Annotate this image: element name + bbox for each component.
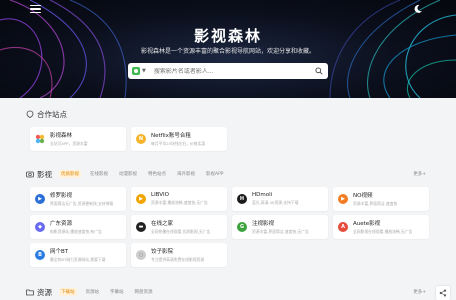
tab-movies-4[interactable]: 海外影视 [175, 170, 197, 178]
site-card[interactable]: ○ 饺子影院 专注提供高清免费在线影视资源 [131, 243, 227, 267]
site-card[interactable]: ▶ 修罗影视 界面简洁无广告,资源更新快,支持弹幕 [30, 187, 126, 211]
site-card[interactable]: H HDmoli 蓝光,高清,4K资源,支持下载 [232, 187, 328, 211]
site-logo-icon: H [237, 194, 247, 204]
site-logo-icon: ◆ [35, 222, 45, 232]
site-desc: 全网影视在线观看,播放流畅,无广告 [353, 228, 413, 234]
site-name: 饺子影院 [151, 249, 174, 256]
site-logo-icon: ○ [136, 250, 146, 260]
site-card[interactable]: ◆ 广东资源 电影资源站,播放速度快,有广告 [30, 215, 126, 239]
site-name: 修罗影视 [50, 193, 73, 200]
site-logo-icon: G [237, 222, 247, 232]
tab-resources-0[interactable]: 下载站 [59, 288, 77, 296]
tab-resources-2[interactable]: 字幕站 [108, 288, 126, 296]
tab-movies-5[interactable]: 影视APP [204, 170, 226, 178]
site-desc: 全网热播在线观看,优质影视,无广告 [151, 228, 211, 234]
site-name: Auete影视 [353, 221, 381, 228]
site-name: 网个BT [50, 249, 69, 256]
search-engine-icon[interactable] [132, 67, 140, 75]
site-logo-icon: ▶ [338, 194, 348, 204]
site-card[interactable]: ▶ NO视频 资源丰富,界面简洁,速度快 [333, 187, 429, 211]
partner-name: Netflix账号合租 [151, 133, 191, 140]
tab-movies-3[interactable]: 特色站点 [146, 170, 168, 178]
site-logo-icon: B [35, 250, 45, 260]
site-name: 广东资源 [50, 221, 73, 228]
search-bar: ▼ [128, 63, 328, 79]
site-name: 在线之家 [151, 221, 174, 228]
site-title: 影视森林 [193, 27, 262, 45]
partners-header: 合作站点 [26, 109, 67, 119]
site-card[interactable]: A Auete影视 全网影视在线观看,播放流畅,无广告 [333, 215, 429, 239]
tab-resources-1[interactable]: 资源站 [84, 288, 102, 296]
camera-icon [26, 171, 34, 178]
site-desc: 蓝光,高清,4K资源,支持下载 [252, 199, 299, 205]
site-logo-icon: ▬ [136, 222, 146, 232]
tab-resources-3[interactable]: 网盘资源 [133, 288, 155, 296]
share-icon [439, 289, 447, 297]
resources-title: 资源 [37, 287, 52, 297]
site-name: HDmoli [252, 192, 273, 199]
site-card[interactable]: ▶ LIBVIO 资源丰富,播放流畅,速度快,无广告 [131, 187, 227, 211]
site-name: LIBVIO [151, 192, 170, 199]
partners-icon [26, 110, 34, 118]
site-desc: 电影资源站,播放速度快,有广告 [50, 228, 102, 234]
resources-header: 资源 下载站 资源站 字幕站 网盘资源 [26, 287, 162, 297]
share-button[interactable] [436, 286, 450, 300]
site-desc: 最全的BT磁力资源网站,需要下载 [50, 256, 106, 262]
netflix-logo-icon: N [136, 134, 146, 144]
tab-movies-0[interactable]: 优质影视 [59, 170, 81, 178]
search-icon[interactable] [315, 67, 323, 75]
site-logo-icon: A [338, 222, 348, 232]
movies-title: 影视 [37, 169, 52, 179]
movies-header: 影视 优质影视 在线影视 动漫影视 特色站点 海外影视 影视APP [26, 169, 233, 179]
partner-desc: 全站可APP，资源丰富 [50, 140, 88, 146]
forest-logo-icon [35, 134, 45, 144]
menu-icon[interactable] [30, 5, 41, 13]
partner-desc: 每月平均20块钱左右，价格实惠 [151, 140, 206, 146]
tab-movies-2[interactable]: 动漫影视 [117, 170, 139, 178]
hero-banner: 影视森林 影视森林是一个资源丰富的聚合影视导航网站，欢迎分享和收藏。 ▼ [0, 0, 456, 98]
site-desc: 资源丰富,界面简洁,速度快,无广告 [252, 228, 309, 234]
site-card[interactable]: G 注视影视 资源丰富,界面简洁,速度快,无广告 [232, 215, 328, 239]
movies-tabs: 优质影视 在线影视 动漫影视 特色站点 海外影视 影视APP [59, 170, 233, 178]
site-subtitle: 影视森林是一个资源丰富的聚合影视导航网站，欢迎分享和收藏。 [140, 48, 315, 55]
tab-movies-1[interactable]: 在线影视 [88, 170, 110, 178]
site-card[interactable]: B 网个BT 最全的BT磁力资源网站,需要下载 [30, 243, 126, 267]
site-desc: 界面简洁无广告,资源更新快,支持弹幕 [50, 200, 114, 206]
site-logo-icon: ▶ [35, 194, 45, 204]
partner-card-0[interactable]: 影视森林 全站可APP，资源丰富 [30, 127, 126, 151]
movies-more-link[interactable]: 更多+ [413, 171, 426, 177]
search-input[interactable] [153, 67, 304, 75]
partner-name: 影视森林 [50, 133, 73, 140]
partner-card-1[interactable]: N Netflix账号合租 每月平均20块钱左右，价格实惠 [131, 127, 227, 151]
chevron-down-icon[interactable]: ▼ [142, 68, 146, 74]
folder-icon [26, 289, 34, 296]
site-card[interactable]: ▬ 在线之家 全网热播在线观看,优质影视,无广告 [131, 215, 227, 239]
site-name: NO视频 [353, 193, 373, 200]
resources-tabs: 下载站 资源站 字幕站 网盘资源 [59, 288, 162, 296]
site-desc: 资源丰富,播放流畅,速度快,无广告 [151, 199, 208, 205]
moon-icon[interactable] [413, 4, 423, 14]
site-name: 注视影视 [252, 221, 275, 228]
partners-title: 合作站点 [37, 109, 67, 119]
site-desc: 专注提供高清免费在线影视资源 [151, 256, 205, 262]
site-desc: 资源丰富,界面简洁,速度快 [353, 200, 398, 206]
resources-more-link[interactable]: 更多+ [413, 289, 426, 295]
site-logo-icon: ▶ [136, 194, 146, 204]
